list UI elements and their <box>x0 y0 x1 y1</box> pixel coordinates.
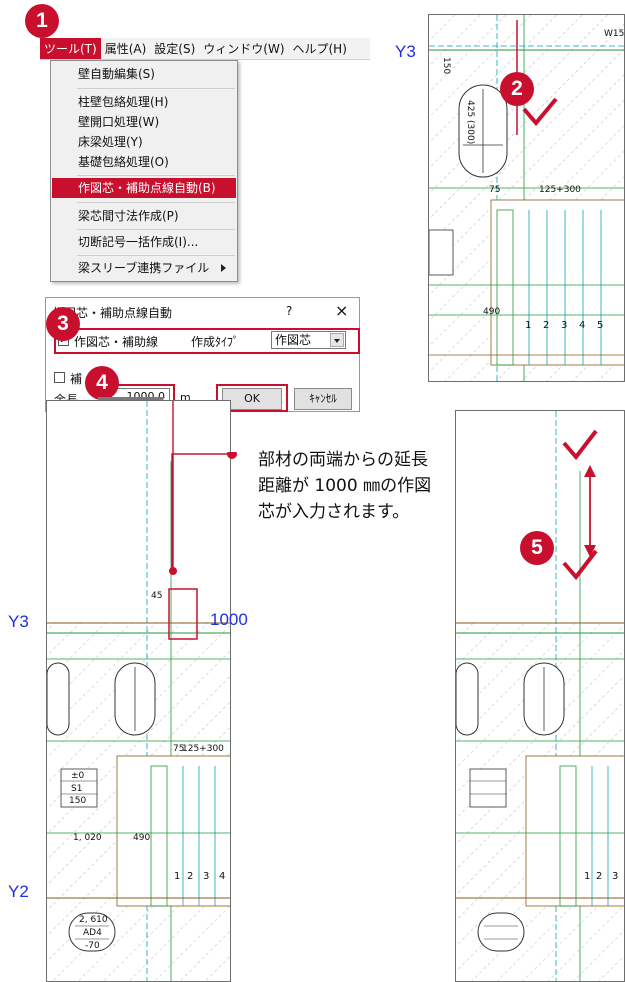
axis-label-y3-top: Y3 <box>395 42 416 61</box>
menu-item-wall-auto-edit[interactable]: 壁自動編集(S) <box>52 64 236 84</box>
menu-tools[interactable]: ツール(T) <box>40 38 101 59</box>
menu-window[interactable]: ウィンドウ(W) <box>199 38 288 59</box>
menu-settings[interactable]: 設定(S) <box>150 38 199 59</box>
oval-label-2610: 2, 610 <box>79 915 108 925</box>
menu-separator <box>77 229 235 230</box>
close-button[interactable]: × <box>335 301 348 320</box>
stair-number-3: 3 <box>612 871 619 882</box>
stair-number-2: 2 <box>187 871 194 882</box>
plan-top-right: W15 150 75 125+300 490 425 (300) 1 2 3 4… <box>428 14 625 382</box>
stair-number-1: 1 <box>525 320 532 331</box>
plan-label-1020: 1, 020 <box>73 833 102 843</box>
checkbox-aux-dotted-label: 補 <box>70 372 83 386</box>
oval-label-minus70: -70 <box>85 941 100 951</box>
callout-leader-line <box>171 452 237 572</box>
type-select-value: 作図芯 <box>275 333 312 347</box>
chevron-down-icon <box>330 333 344 347</box>
box-label-s1: S1 <box>71 784 83 794</box>
stair-number-2: 2 <box>543 320 550 331</box>
plan-label-425-300: 425 (300) <box>465 100 475 145</box>
help-button[interactable]: ? <box>286 304 292 318</box>
menu-help[interactable]: ヘルプ(H) <box>289 38 351 59</box>
box-label-pm0: ±0 <box>71 771 85 781</box>
menu-separator <box>77 255 235 256</box>
ok-button[interactable]: OK <box>222 388 282 410</box>
cancel-button[interactable]: ｷｬﾝｾﾙ <box>294 388 352 410</box>
plan-label-490: 490 <box>483 307 501 317</box>
plan-label-w15-top: W15 <box>604 29 625 39</box>
menu-bar: ツール(T) 属性(A) 設定(S) ウィンドウ(W) ヘルプ(H) <box>40 38 370 60</box>
plan-bottom-right-drawing <box>456 411 624 981</box>
menu-item-floor-beam[interactable]: 床梁処理(Y) <box>52 132 236 152</box>
stair-number-1: 1 <box>584 871 591 882</box>
menu-item-section-mark[interactable]: 切断記号一括作成(I)... <box>52 232 236 252</box>
axis-label-y2: Y2 <box>8 882 29 901</box>
plan-bottom-right: 1 2 3 <box>455 410 625 982</box>
stair-number-4: 4 <box>219 871 226 882</box>
menu-separator <box>77 175 235 176</box>
stair-number-1: 1 <box>174 871 181 882</box>
menu-item-foundation[interactable]: 基礎包絡処理(O) <box>52 152 236 172</box>
axis-label-y3: Y3 <box>8 612 29 631</box>
step-badge-4: 4 <box>85 366 119 400</box>
stair-number-4: 4 <box>579 320 586 331</box>
stair-number-3: 3 <box>203 871 210 882</box>
checkbox-auxiliary-line-label: 作図芯・補助線 <box>74 335 159 349</box>
stair-number-2: 2 <box>596 871 603 882</box>
menu-item-sleeve-file[interactable]: 梁スリーブ連携ファイル <box>52 258 236 278</box>
step-badge-1: 1 <box>25 4 59 38</box>
callout-text: 部材の両端からの延長距離が 1000 ㎜の作図芯が入力されます。 <box>258 450 432 522</box>
plan-label-125-300: 125+300 <box>182 744 224 754</box>
menu-separator <box>77 202 235 203</box>
menu-item-auxiliary-line-auto[interactable]: 作図芯・補助点線自動(B) <box>52 178 236 198</box>
menu-item-column-wall[interactable]: 柱壁包絡処理(H) <box>52 92 236 112</box>
plan-label-125-300: 125+300 <box>539 185 581 195</box>
plan-label-45: 45 <box>151 591 163 601</box>
step-badge-3: 3 <box>46 307 80 341</box>
checkbox-aux-dotted[interactable] <box>54 372 65 383</box>
dimension-1000: 1000 <box>210 610 248 629</box>
box-label-150: 150 <box>69 796 87 806</box>
check-mark-icon <box>522 97 558 127</box>
stair-number-5: 5 <box>597 320 604 331</box>
menu-attributes[interactable]: 属性(A) <box>101 38 151 59</box>
plan-label-490: 490 <box>133 833 151 843</box>
step-badge-5: 5 <box>520 531 554 565</box>
menu-separator <box>77 88 235 89</box>
type-select[interactable]: 作図芯 <box>271 331 346 349</box>
type-label: 作成ﾀｲﾌﾟ <box>191 335 240 349</box>
tools-dropdown-menu: 壁自動編集(S) 柱壁包絡処理(H) 壁開口処理(W) 床梁処理(Y) 基礎包絡… <box>50 60 238 282</box>
menu-item-beam-dimension[interactable]: 梁芯間寸法作成(P) <box>52 206 236 226</box>
stair-number-3: 3 <box>561 320 568 331</box>
submenu-arrow-icon <box>221 264 226 272</box>
menu-item-sleeve-label: 梁スリーブ連携ファイル <box>78 261 210 275</box>
plan-label-150: 150 <box>441 57 451 75</box>
menu-item-wall-opening[interactable]: 壁開口処理(W) <box>52 112 236 132</box>
plan-label-75: 75 <box>489 185 501 195</box>
oval-label-ad4: AD4 <box>83 928 102 938</box>
